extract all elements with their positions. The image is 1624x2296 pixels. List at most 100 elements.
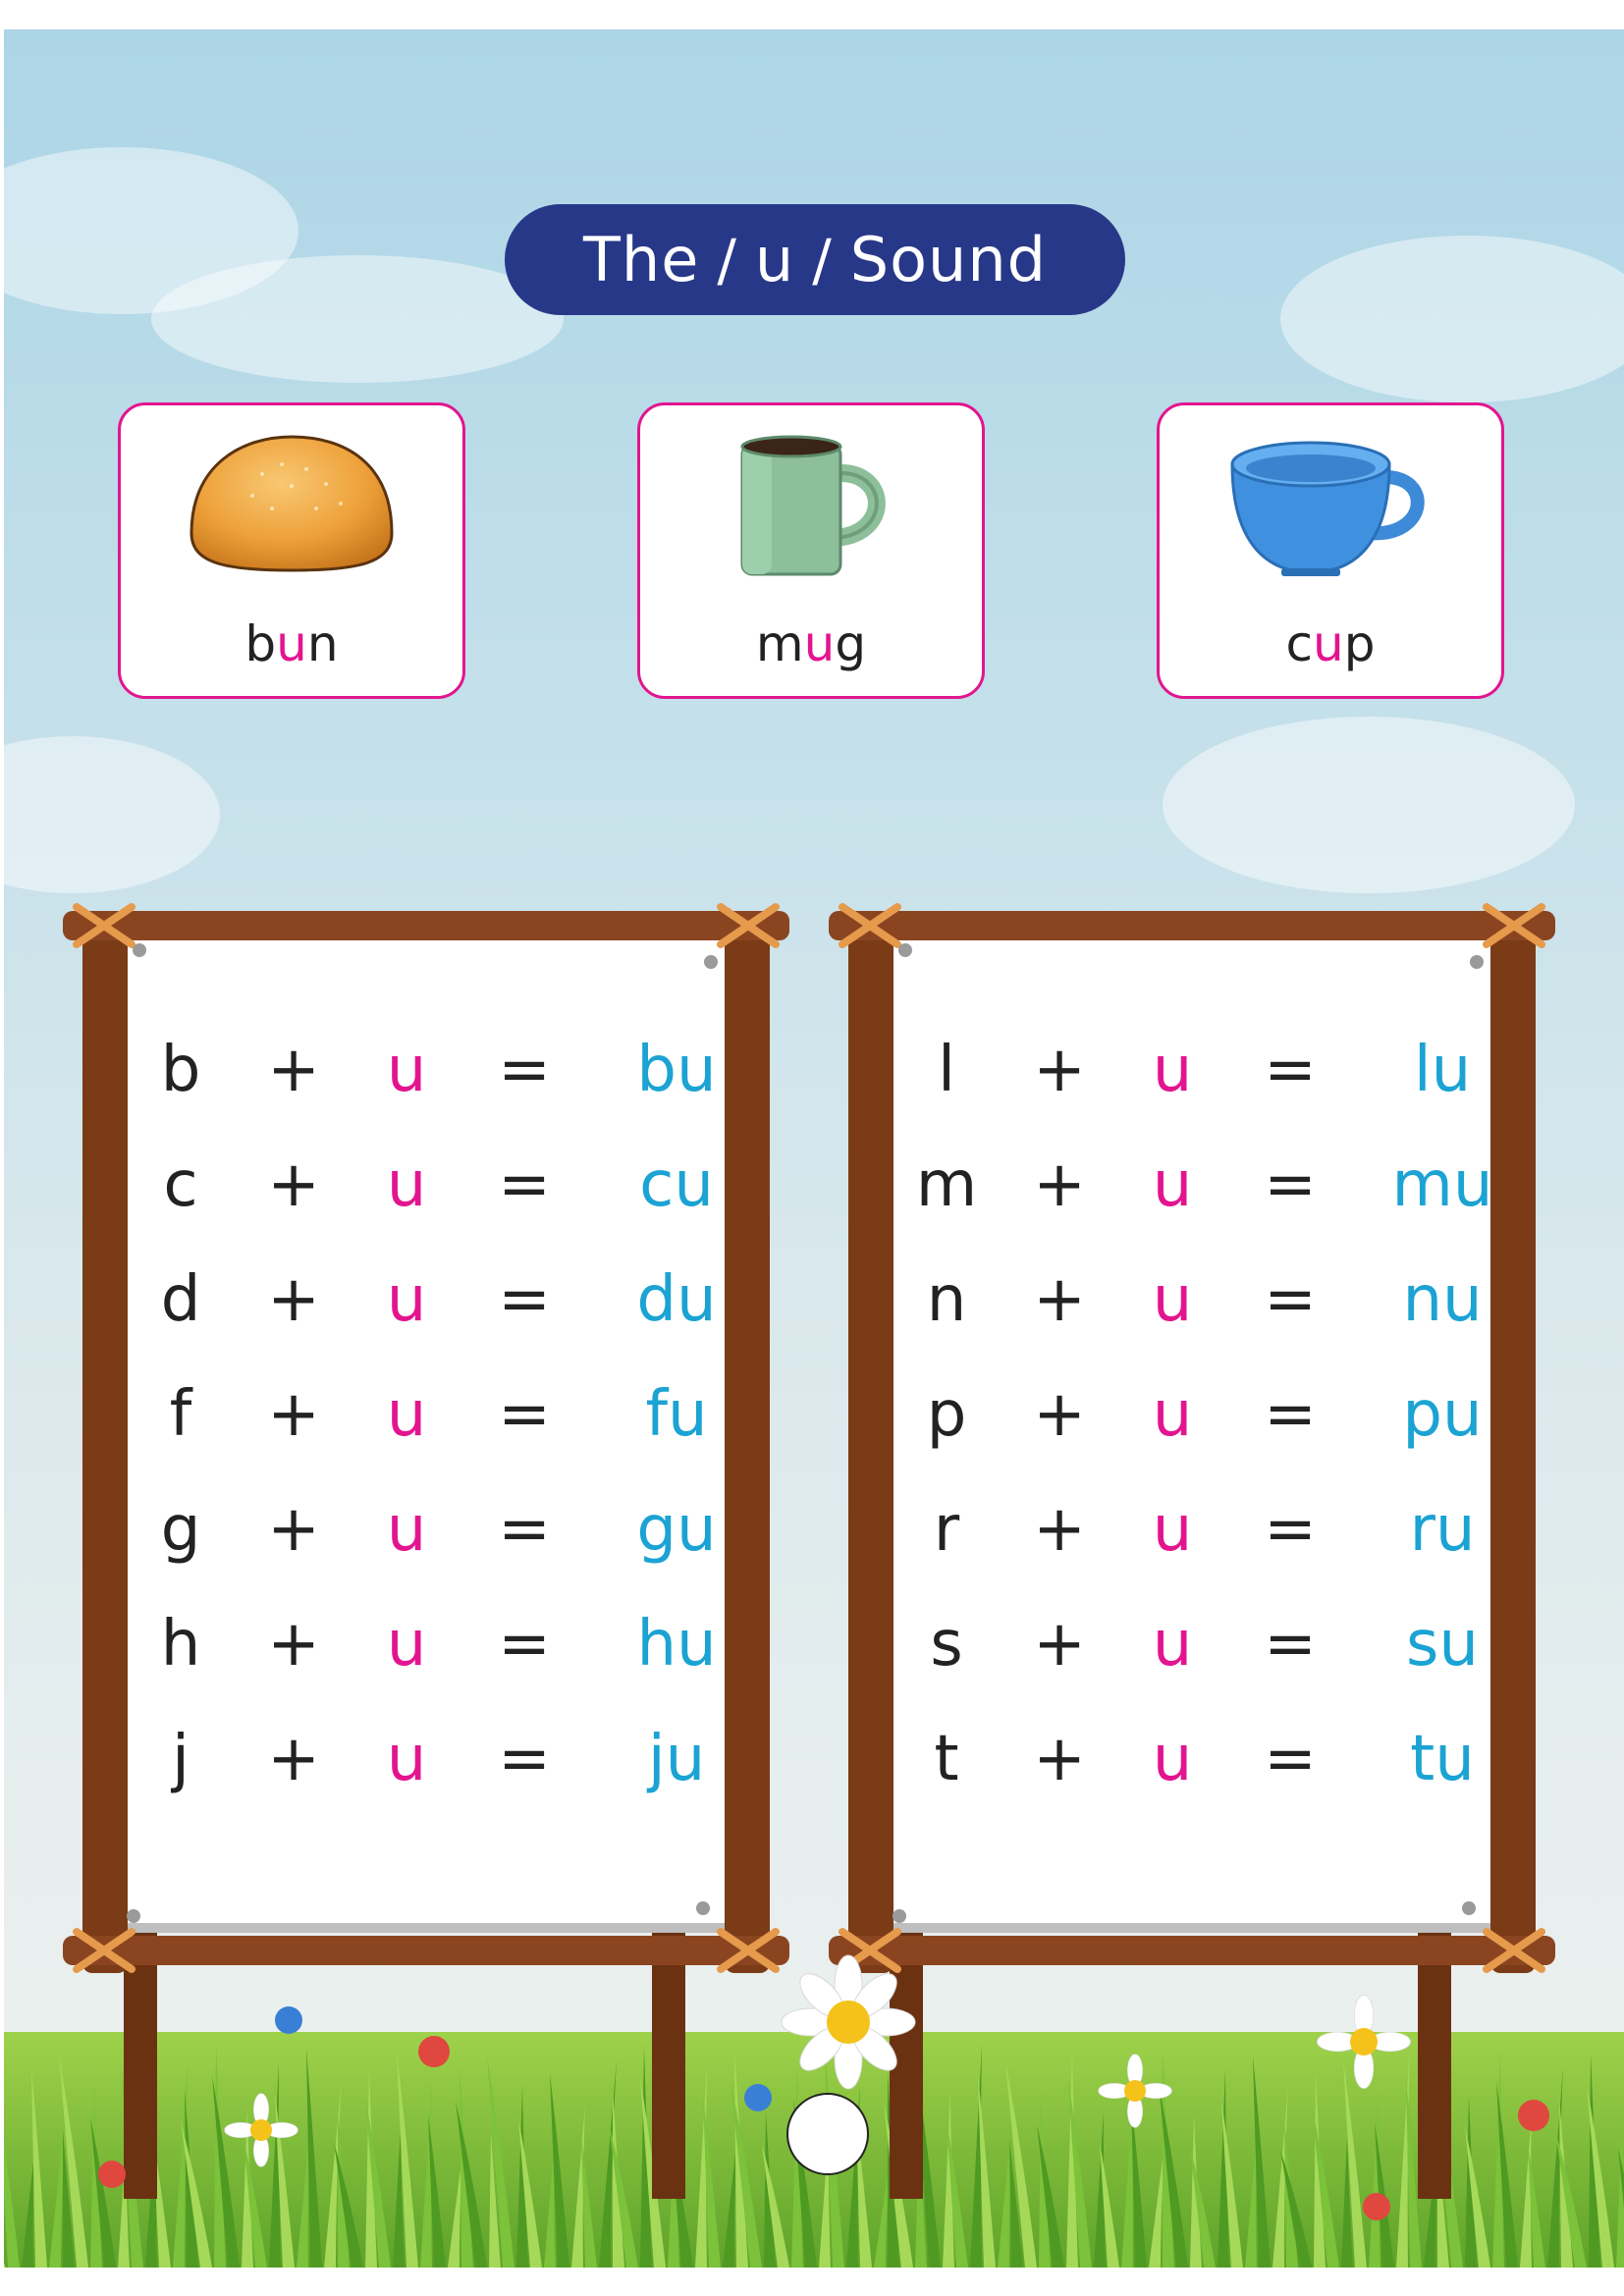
flower-icon bbox=[418, 2036, 450, 2067]
consonant-letter: f bbox=[169, 1378, 192, 1451]
result-syllable: mu bbox=[1391, 1148, 1493, 1221]
vowel-letter: u bbox=[386, 1263, 427, 1336]
consonant-letter: p bbox=[926, 1378, 967, 1451]
consonant-letter: n bbox=[926, 1263, 967, 1336]
equals-sign: = bbox=[1264, 1723, 1317, 1795]
title-slash: / bbox=[812, 226, 833, 294]
picture-word: bun bbox=[244, 615, 339, 672]
plus-sign: + bbox=[267, 1378, 320, 1451]
plus-sign: + bbox=[267, 1493, 320, 1566]
daisy-icon bbox=[224, 2093, 298, 2167]
equals-sign: = bbox=[1264, 1493, 1317, 1566]
equation-row: g + u = gu bbox=[63, 1480, 789, 1578]
cloud bbox=[1280, 236, 1624, 402]
equals-sign: = bbox=[1264, 1148, 1317, 1221]
equals-sign: = bbox=[498, 1148, 551, 1221]
vowel-letter: u bbox=[386, 1608, 427, 1681]
result-syllable: gu bbox=[636, 1493, 717, 1566]
flower-icon bbox=[1363, 2193, 1390, 2220]
daisy-icon bbox=[1317, 1995, 1411, 2089]
consonant-letter: t bbox=[934, 1723, 959, 1795]
bun-icon bbox=[189, 435, 394, 572]
equals-sign: = bbox=[1264, 1608, 1317, 1681]
title-suffix: Sound bbox=[849, 224, 1047, 295]
equation-row: r + u = ru bbox=[829, 1480, 1555, 1578]
equation-row: l + u = lu bbox=[829, 1021, 1555, 1119]
worksheet-title: The / u / Sound bbox=[505, 204, 1125, 315]
plus-sign: + bbox=[1033, 1493, 1086, 1566]
title-letter: u bbox=[754, 224, 795, 295]
page-marker-circle bbox=[786, 2093, 869, 2175]
flower-icon bbox=[1518, 2100, 1549, 2131]
result-syllable: cu bbox=[639, 1148, 714, 1221]
vowel-letter: u bbox=[1152, 1493, 1193, 1566]
plus-sign: + bbox=[267, 1723, 320, 1795]
cloud bbox=[1163, 717, 1575, 893]
result-syllable: pu bbox=[1402, 1378, 1483, 1451]
equation-row: j + u = ju bbox=[63, 1710, 789, 1808]
plus-sign: + bbox=[267, 1148, 320, 1221]
equals-sign: = bbox=[1264, 1263, 1317, 1336]
result-syllable: ju bbox=[647, 1723, 706, 1795]
consonant-letter: d bbox=[160, 1263, 201, 1336]
picture-word: mug bbox=[755, 615, 867, 672]
result-syllable: tu bbox=[1410, 1723, 1475, 1795]
equation-row: c + u = cu bbox=[63, 1136, 789, 1234]
consonant-letter: c bbox=[163, 1148, 198, 1221]
flower-icon bbox=[98, 2161, 126, 2188]
plus-sign: + bbox=[1033, 1148, 1086, 1221]
plus-sign: + bbox=[1033, 1608, 1086, 1681]
vowel-letter: u bbox=[386, 1378, 427, 1451]
equation-row: s + u = su bbox=[829, 1595, 1555, 1693]
picture-card-bun: bun bbox=[118, 402, 465, 699]
daisy-icon bbox=[781, 1954, 916, 2090]
result-syllable: ru bbox=[1409, 1493, 1476, 1566]
equals-sign: = bbox=[498, 1034, 551, 1106]
vowel-letter: u bbox=[1152, 1608, 1193, 1681]
vowel-letter: u bbox=[386, 1723, 427, 1795]
equals-sign: = bbox=[1264, 1378, 1317, 1451]
picture-card-cup: cup bbox=[1157, 402, 1504, 699]
picture-word: cup bbox=[1285, 615, 1376, 672]
picture-card-mug: mug bbox=[637, 402, 985, 699]
daisy-icon bbox=[1098, 2054, 1172, 2128]
vowel-letter: u bbox=[1152, 1148, 1193, 1221]
title-slash: / bbox=[717, 226, 737, 294]
consonant-letter: h bbox=[160, 1608, 201, 1681]
plus-sign: + bbox=[267, 1608, 320, 1681]
result-syllable: nu bbox=[1402, 1263, 1483, 1336]
consonant-letter: b bbox=[160, 1034, 201, 1106]
consonant-letter: l bbox=[938, 1034, 955, 1106]
vowel-letter: u bbox=[386, 1148, 427, 1221]
plus-sign: + bbox=[267, 1034, 320, 1106]
vowel-letter: u bbox=[1152, 1034, 1193, 1106]
equation-row: d + u = du bbox=[63, 1251, 789, 1349]
consonant-letter: j bbox=[172, 1723, 189, 1795]
plus-sign: + bbox=[1033, 1723, 1086, 1795]
equals-sign: = bbox=[498, 1723, 551, 1795]
equals-sign: = bbox=[498, 1378, 551, 1451]
plus-sign: + bbox=[1033, 1034, 1086, 1106]
vowel-letter: u bbox=[1152, 1723, 1193, 1795]
equals-sign: = bbox=[498, 1493, 551, 1566]
result-syllable: hu bbox=[636, 1608, 717, 1681]
consonant-letter: s bbox=[930, 1608, 963, 1681]
result-syllable: su bbox=[1406, 1608, 1479, 1681]
flower-icon bbox=[275, 2006, 302, 2034]
equation-row: m + u = mu bbox=[829, 1136, 1555, 1234]
equation-row: n + u = nu bbox=[829, 1251, 1555, 1349]
consonant-letter: g bbox=[160, 1493, 201, 1566]
vowel-letter: u bbox=[386, 1493, 427, 1566]
plus-sign: + bbox=[1033, 1378, 1086, 1451]
plus-sign: + bbox=[1033, 1263, 1086, 1336]
equation-row: b + u = bu bbox=[63, 1021, 789, 1119]
equals-sign: = bbox=[498, 1608, 551, 1681]
equals-sign: = bbox=[1264, 1034, 1317, 1106]
equation-row: h + u = hu bbox=[63, 1595, 789, 1693]
mug-icon bbox=[740, 435, 886, 576]
equation-row: p + u = pu bbox=[829, 1365, 1555, 1464]
result-syllable: lu bbox=[1413, 1034, 1472, 1106]
title-prefix: The bbox=[583, 224, 700, 295]
worksheet: The / u / Sound bun mug cup b + u = bu c… bbox=[4, 29, 1624, 2268]
result-syllable: bu bbox=[636, 1034, 717, 1106]
